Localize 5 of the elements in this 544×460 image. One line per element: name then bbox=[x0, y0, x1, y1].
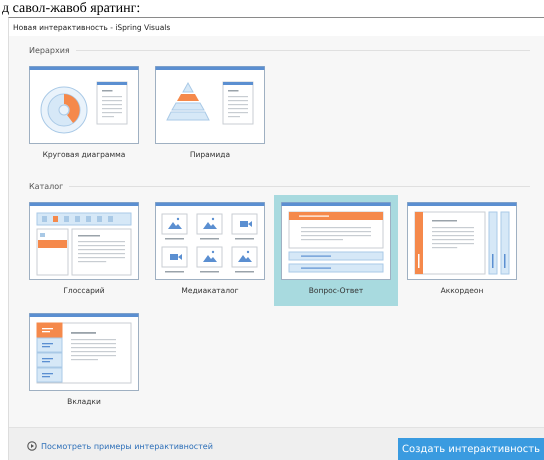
section-title: Каталог bbox=[29, 182, 64, 191]
section-title: Иерархия bbox=[29, 46, 70, 55]
play-icon bbox=[27, 441, 37, 451]
document-text: д савол-жавоб яратинг: bbox=[1, 0, 142, 17]
examples-link[interactable]: Посмотреть примеры интерактивностей bbox=[41, 442, 213, 450]
